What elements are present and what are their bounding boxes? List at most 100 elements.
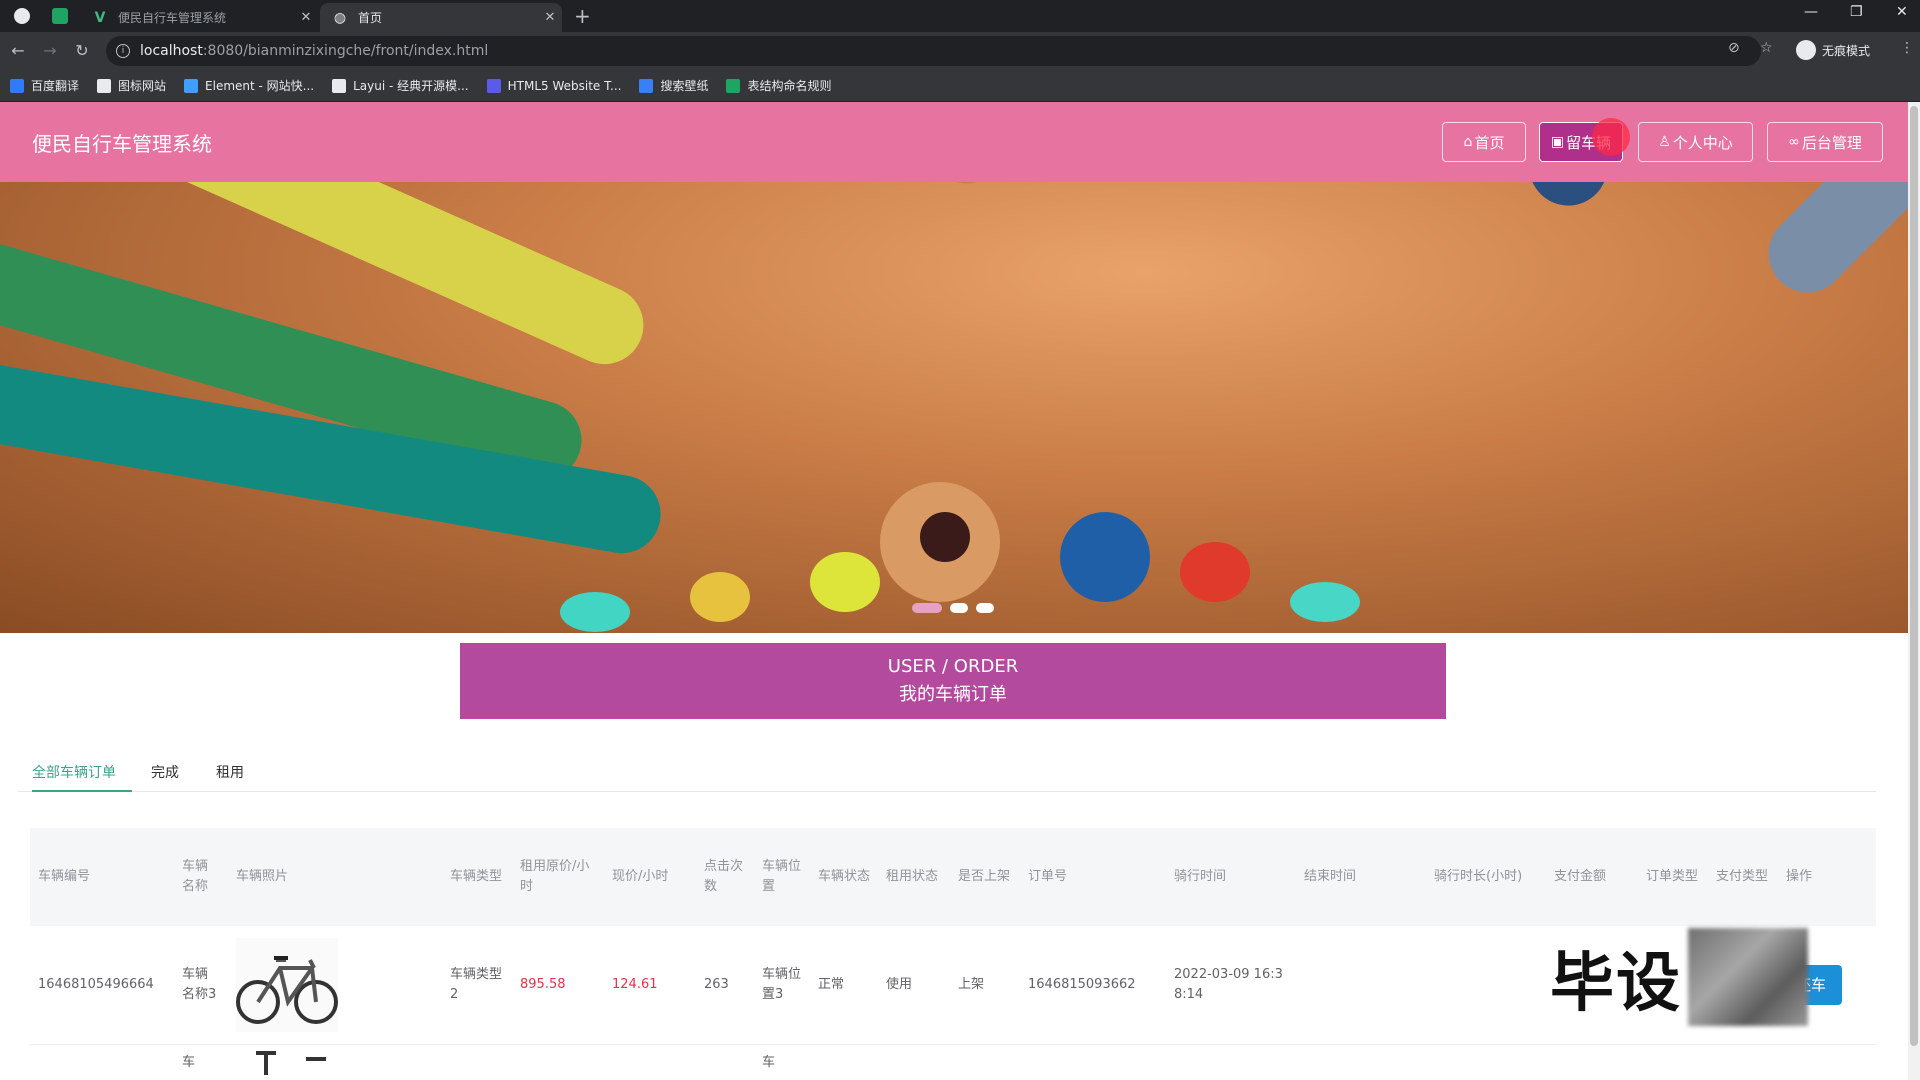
close-icon[interactable]: ✕: [294, 10, 318, 25]
column-header: 是否上架: [958, 869, 1011, 884]
page-scrollbar[interactable]: [1908, 102, 1920, 1080]
bookmark-item[interactable]: Element - 网站快...: [184, 77, 314, 94]
globe-icon: ◍: [333, 9, 347, 26]
cell-location: 车辆位置3: [754, 926, 810, 1045]
bookmark-item[interactable]: 百度翻译: [10, 77, 79, 94]
tab-completed[interactable]: 完成: [151, 762, 179, 792]
column-header: 订单类型: [1646, 869, 1699, 884]
section-title: USER / ORDER 我的车辆订单: [460, 643, 1446, 719]
close-icon[interactable]: ✕: [538, 10, 562, 25]
carousel-banner[interactable]: [0, 182, 1908, 633]
cell-ride-time: 2022-03-09 16:38:14: [1166, 926, 1296, 1045]
column-header: 车辆编号: [38, 869, 91, 884]
tab-title: 便民自行车管理系统: [118, 11, 227, 25]
column-header: 订单号: [1028, 869, 1068, 884]
bookmarks-bar: 百度翻译 图标网站 Element - 网站快... Layui - 经典开源模...…: [0, 70, 1920, 102]
cell-name: 车辆名称3: [174, 926, 228, 1045]
site-title: 便民自行车管理系统: [32, 132, 212, 156]
cell-duration: [1426, 926, 1546, 1045]
url-text: localhost:8080/bianminzixingche/front/in…: [140, 43, 489, 59]
column-header: 骑行时间: [1174, 869, 1227, 884]
column-header: 现价/小时: [612, 869, 669, 884]
carousel-dot[interactable]: [950, 603, 968, 613]
bookmark-label: Element - 网站快...: [205, 79, 315, 93]
column-header: 车辆照片: [236, 869, 289, 884]
cell-rent-status: 使用: [878, 926, 950, 1045]
vue-icon: V: [94, 9, 106, 26]
minimize-icon[interactable]: —: [1804, 4, 1818, 20]
cell-name: 车: [174, 1044, 228, 1080]
nav-profile-button[interactable]: ♙ 个人中心: [1638, 122, 1753, 162]
bookmark-star-icon[interactable]: ☆: [1760, 40, 1773, 56]
close-window-icon[interactable]: ✕: [1896, 4, 1908, 20]
section-title-cn: 我的车辆订单: [899, 684, 1007, 705]
bookmark-item[interactable]: Layui - 经典开源模...: [332, 77, 469, 94]
bookmark-item[interactable]: HTML5 Website T...: [486, 78, 622, 93]
section-title-en: USER / ORDER: [887, 656, 1019, 677]
bookmark-label: 百度翻译: [31, 79, 80, 93]
column-header: 点击次数: [704, 859, 744, 894]
tab-renting[interactable]: 租用: [216, 762, 244, 792]
table-row: 车 车: [30, 1044, 1876, 1080]
bookmark-label: 搜索壁纸: [660, 79, 709, 93]
incognito-label: 无痕模式: [1822, 43, 1871, 58]
doc-icon: [726, 78, 741, 93]
column-header: 车辆状态: [818, 869, 871, 884]
tab-admin-system[interactable]: V 便民自行车管理系统 ✕: [80, 3, 318, 32]
new-tab-plus-icon[interactable]: +: [574, 4, 591, 28]
bookmark-item[interactable]: 图标网站: [97, 77, 166, 94]
eye-off-icon[interactable]: ⊘: [1728, 40, 1740, 56]
bookmark-label: HTML5 Website T...: [507, 78, 622, 93]
address-bar[interactable]: i localhost:8080/bianminzixingche/front/…: [106, 36, 1761, 66]
more-menu-icon[interactable]: ⋮: [1900, 40, 1914, 56]
cell-status: 正常: [810, 926, 878, 1045]
carousel-indicators: [912, 603, 994, 613]
nav-home-button[interactable]: ⌂ 首页: [1442, 122, 1526, 162]
bookmark-item[interactable]: 表结构命名规则: [726, 77, 831, 94]
nav-admin-button[interactable]: ∞ 后台管理: [1767, 122, 1883, 162]
scrollbar-thumb[interactable]: [1910, 106, 1918, 1046]
sheet-tab-icon[interactable]: [52, 8, 68, 24]
forward-icon[interactable]: →: [40, 41, 60, 60]
column-header: 车辆类型: [450, 869, 503, 884]
bookmark-label: Layui - 经典开源模...: [353, 79, 469, 93]
column-header: 支付金额: [1554, 869, 1607, 884]
cell-vehicle-no: 16468105496664: [30, 926, 174, 1045]
cell-orig-price: 895.58: [512, 926, 604, 1045]
bike-photo: [256, 1050, 326, 1075]
cell-cur-price: 124.61: [604, 926, 696, 1045]
site-info-icon[interactable]: i: [116, 44, 130, 58]
cell-end-time: [1296, 926, 1426, 1045]
reload-icon[interactable]: ↻: [72, 41, 92, 60]
cell-type: 车辆类型2: [442, 926, 512, 1045]
bookmark-label: 图标网站: [118, 79, 167, 93]
column-header: 结束时间: [1304, 869, 1357, 884]
browser-tab-bar: V 便民自行车管理系统 ✕ ◍ 首页 ✕ + — ❐ ✕: [0, 0, 1920, 32]
carousel-dot[interactable]: [912, 603, 942, 613]
cell-order-no: 1646815093662: [1020, 926, 1166, 1045]
incognito-indicator[interactable]: 无痕模式: [1796, 40, 1870, 60]
tab-title: 首页: [358, 11, 383, 25]
html5-icon: [486, 78, 501, 93]
wallpaper-icon: [639, 78, 654, 93]
browser-menu-icon[interactable]: [14, 8, 30, 24]
carousel-dot[interactable]: [976, 603, 994, 613]
column-header: 车辆位置: [762, 859, 802, 894]
tab-all-orders[interactable]: 全部车辆订单: [32, 762, 132, 792]
cell-photo: [228, 926, 442, 1045]
element-icon: [184, 78, 199, 93]
cell-on-shelf: 上架: [950, 926, 1020, 1045]
order-tabs: 全部车辆订单 完成 租用: [18, 758, 1876, 792]
link-icon: ∞: [1788, 134, 1800, 150]
back-icon[interactable]: ←: [8, 41, 28, 60]
tab-home[interactable]: ◍ 首页 ✕: [320, 3, 562, 32]
restore-icon[interactable]: ❐: [1850, 4, 1863, 20]
translate-icon: [10, 78, 24, 93]
column-header: 操作: [1786, 869, 1813, 884]
column-header: 支付类型: [1716, 869, 1769, 884]
home-icon: ⌂: [1463, 134, 1473, 150]
bookmark-item[interactable]: 搜索壁纸: [639, 77, 708, 94]
user-icon: ♙: [1658, 134, 1671, 150]
blurred-overlay: [1688, 928, 1808, 1026]
cell-clicks: 263: [696, 926, 754, 1045]
